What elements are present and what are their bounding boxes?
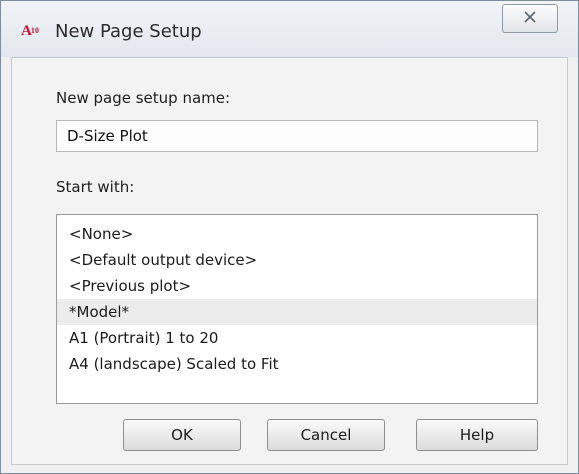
list-item-default-output-device[interactable]: <Default output device> (57, 247, 537, 273)
close-button[interactable] (502, 4, 558, 33)
start-with-label: Start with: (56, 178, 135, 196)
start-with-listbox[interactable]: <None> <Default output device> <Previous… (56, 214, 538, 404)
list-item-previous-plot[interactable]: <Previous plot> (57, 273, 537, 299)
new-page-setup-dialog: A10 New Page Setup New page setup name: … (0, 0, 579, 474)
help-button[interactable]: Help (416, 419, 538, 451)
page-setup-name-input[interactable]: D-Size Plot (56, 120, 538, 152)
cancel-button[interactable]: Cancel (267, 419, 385, 451)
close-icon (523, 10, 537, 27)
page-setup-name-label: New page setup name: (56, 89, 231, 107)
list-item-a1-portrait[interactable]: A1 (Portrait) 1 to 20 (57, 325, 537, 351)
title-bar[interactable]: A10 New Page Setup (1, 1, 578, 57)
autocad-app-icon[interactable]: A10 (21, 23, 45, 39)
ok-button[interactable]: OK (123, 419, 241, 451)
window-title: New Page Setup (55, 21, 202, 42)
list-item-model[interactable]: *Model* (57, 299, 537, 325)
list-item-a4-landscape[interactable]: A4 (landscape) Scaled to Fit (57, 351, 537, 377)
dialog-body: New page setup name: D-Size Plot Start w… (11, 57, 568, 465)
list-item-none[interactable]: <None> (57, 221, 537, 247)
